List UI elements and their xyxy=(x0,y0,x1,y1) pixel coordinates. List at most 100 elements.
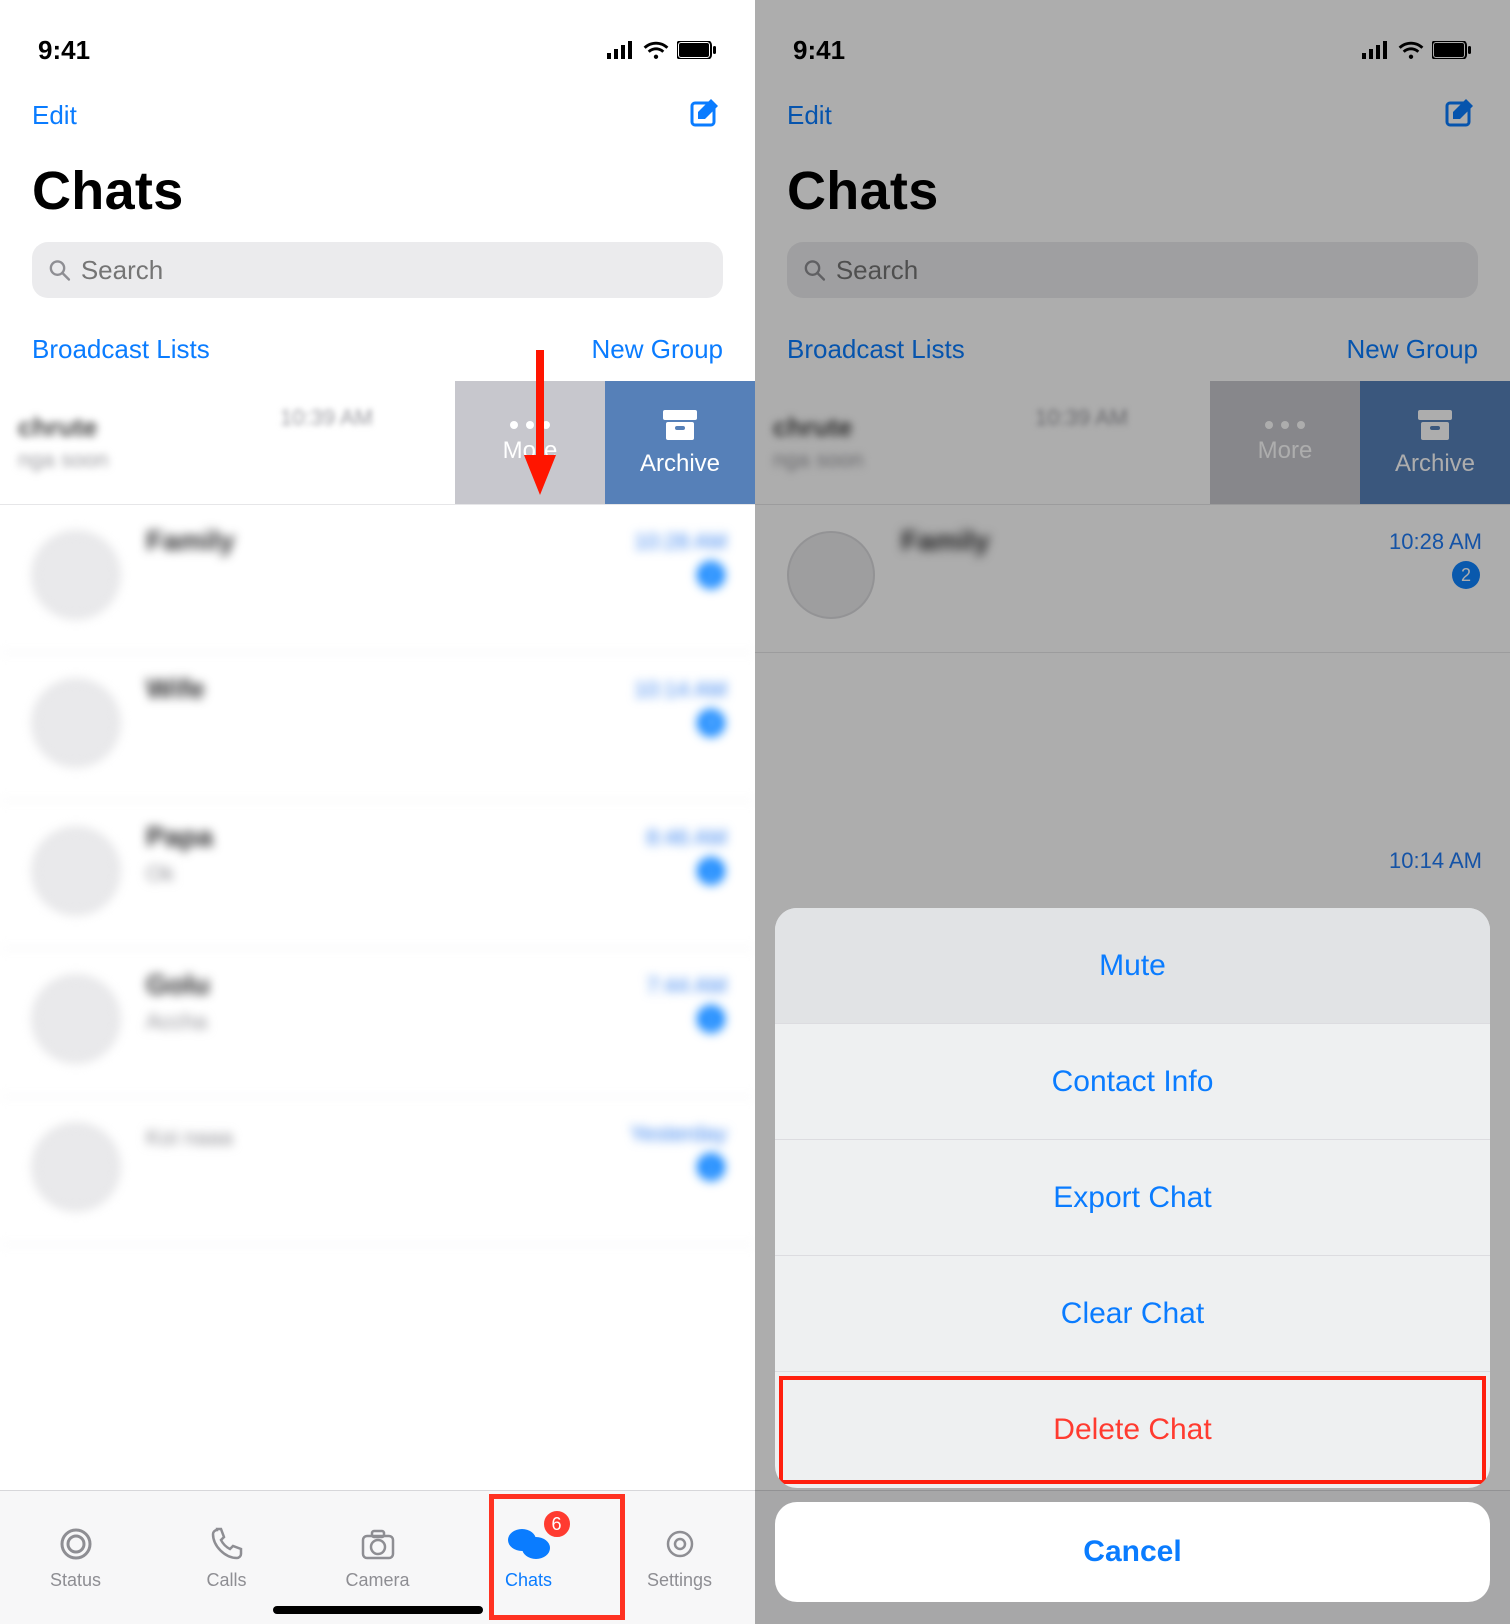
chat-time: 10:28 AM xyxy=(1389,529,1482,555)
swiped-chat-row[interactable]: chrute nga soon 10:39 AM More Archive xyxy=(0,381,755,505)
tab-status[interactable]: Status xyxy=(0,1491,151,1624)
tab-label: Settings xyxy=(647,1570,712,1591)
swipe-more-label: More xyxy=(1258,437,1313,465)
swiped-chat-row[interactable]: chrute nga soon 10:39 AM More Archive xyxy=(755,381,1510,505)
chat-preview: Ok xyxy=(146,861,727,887)
chat-row[interactable]: Wife 10:14 AM 4 xyxy=(0,653,755,801)
search-icon xyxy=(803,258,826,282)
list-actions-row: Broadcast Lists New Group xyxy=(0,312,755,381)
swipe-archive-button[interactable]: Archive xyxy=(1360,381,1510,504)
archive-icon xyxy=(1416,408,1454,442)
avatar xyxy=(32,1123,120,1211)
nav-bar: Edit xyxy=(0,80,755,140)
swipe-archive-label: Archive xyxy=(1395,450,1475,478)
status-icon xyxy=(56,1524,96,1564)
chat-row[interactable]: Family 10:28 AM 2 xyxy=(0,505,755,653)
chat-list: Family 10:28 AM 2 Wife 10:14 AM 4 Papa Ok… xyxy=(0,505,755,1245)
tab-label: Status xyxy=(50,1570,101,1591)
cellular-icon xyxy=(607,41,635,59)
search-input[interactable] xyxy=(81,255,707,286)
tab-label: Calls xyxy=(206,1570,246,1591)
tab-camera[interactable]: Camera xyxy=(302,1491,453,1624)
swiped-chat-time: 10:39 AM xyxy=(280,405,373,431)
chat-row[interactable]: Koi naaa Yesterday 1 xyxy=(0,1097,755,1245)
chat-time: 8:46 AM xyxy=(646,825,727,851)
chat-name: Golu xyxy=(146,969,727,1001)
action-mute[interactable]: Mute xyxy=(775,908,1490,1024)
nav-bar: Edit xyxy=(755,80,1510,140)
swiped-chat-preview: nga soon xyxy=(18,447,455,473)
unread-badge: 1 xyxy=(697,857,725,885)
chat-time: 10:28 AM xyxy=(634,529,727,555)
avatar xyxy=(32,679,120,767)
tab-badge: 6 xyxy=(542,1509,572,1539)
new-group-link[interactable]: New Group xyxy=(1347,334,1479,365)
tab-settings[interactable]: Settings xyxy=(604,1491,755,1624)
action-cancel[interactable]: Cancel xyxy=(775,1502,1490,1602)
status-time: 9:41 xyxy=(793,35,845,66)
cellular-icon xyxy=(1362,41,1390,59)
edit-button[interactable]: Edit xyxy=(32,100,77,131)
chat-row[interactable]: Family 10:28 AM 2 xyxy=(755,505,1510,653)
unread-badge: 1 xyxy=(697,1005,725,1033)
status-bar: 9:41 xyxy=(0,0,755,80)
tab-calls[interactable]: Calls xyxy=(151,1491,302,1624)
search-field[interactable] xyxy=(787,242,1478,298)
swipe-more-button[interactable]: More xyxy=(1210,381,1360,504)
home-indicator[interactable] xyxy=(273,1606,483,1614)
wifi-icon xyxy=(1398,41,1424,59)
more-dots-icon xyxy=(510,421,550,429)
chat-time-secondary: 10:14 AM xyxy=(755,848,1510,874)
chat-preview: Accha xyxy=(146,1009,727,1035)
chat-time: 7:44 AM xyxy=(646,973,727,999)
battery-icon xyxy=(677,41,717,59)
phone-left: 9:41 Edit Chats Broadcast Lists New Grou… xyxy=(0,0,755,1624)
search-field[interactable] xyxy=(32,242,723,298)
chat-row[interactable]: Papa Ok 8:46 AM 1 xyxy=(0,801,755,949)
swipe-more-button[interactable]: More xyxy=(455,381,605,504)
action-contact-info[interactable]: Contact Info xyxy=(775,1024,1490,1140)
avatar xyxy=(32,827,120,915)
tab-chats[interactable]: Chats 6 xyxy=(453,1491,604,1624)
broadcast-lists-link[interactable]: Broadcast Lists xyxy=(787,334,965,365)
battery-icon xyxy=(1432,41,1472,59)
compose-icon[interactable] xyxy=(1444,96,1478,135)
chat-name: Papa xyxy=(146,821,727,853)
action-sheet: Mute Contact Info Export Chat Clear Chat… xyxy=(775,908,1490,1602)
phone-right: 9:41 Edit Chats Broadcast Lists New Grou… xyxy=(755,0,1510,1624)
status-time: 9:41 xyxy=(38,35,90,66)
broadcast-lists-link[interactable]: Broadcast Lists xyxy=(32,334,210,365)
archive-icon xyxy=(661,408,699,442)
swiped-chat-preview: nga soon xyxy=(773,447,1210,473)
chat-row[interactable]: Golu Accha 7:44 AM 1 xyxy=(0,949,755,1097)
status-bar: 9:41 xyxy=(755,0,1510,80)
list-actions-row: Broadcast Lists New Group xyxy=(755,312,1510,381)
page-title: Chats xyxy=(755,140,1510,236)
swiped-chat-time: 10:39 AM xyxy=(1035,405,1128,431)
tab-bar: Status Calls Camera Chats 6 Settings xyxy=(0,1490,755,1624)
avatar xyxy=(32,975,120,1063)
action-clear-chat[interactable]: Clear Chat xyxy=(775,1256,1490,1372)
swiped-chat-name: chrute xyxy=(18,412,455,443)
tab-label: Camera xyxy=(345,1570,409,1591)
page-title: Chats xyxy=(0,140,755,236)
swipe-archive-button[interactable]: Archive xyxy=(605,381,755,504)
compose-icon[interactable] xyxy=(689,96,723,135)
gear-icon xyxy=(660,1524,700,1564)
avatar xyxy=(787,531,875,619)
chat-time: 10:14 AM xyxy=(634,677,727,703)
unread-badge: 4 xyxy=(697,709,725,737)
swipe-more-label: More xyxy=(503,437,558,465)
new-group-link[interactable]: New Group xyxy=(592,334,724,365)
edit-button[interactable]: Edit xyxy=(787,100,832,131)
unread-badge: 2 xyxy=(1452,561,1480,589)
unread-badge: 1 xyxy=(697,1153,725,1181)
action-export-chat[interactable]: Export Chat xyxy=(775,1140,1490,1256)
phone-icon xyxy=(207,1524,247,1564)
status-icons xyxy=(1362,41,1472,59)
swiped-chat-name: chrute xyxy=(773,412,1210,443)
action-delete-chat[interactable]: Delete Chat xyxy=(775,1372,1490,1488)
swipe-archive-label: Archive xyxy=(640,450,720,478)
camera-icon xyxy=(358,1524,398,1564)
search-input[interactable] xyxy=(836,255,1462,286)
